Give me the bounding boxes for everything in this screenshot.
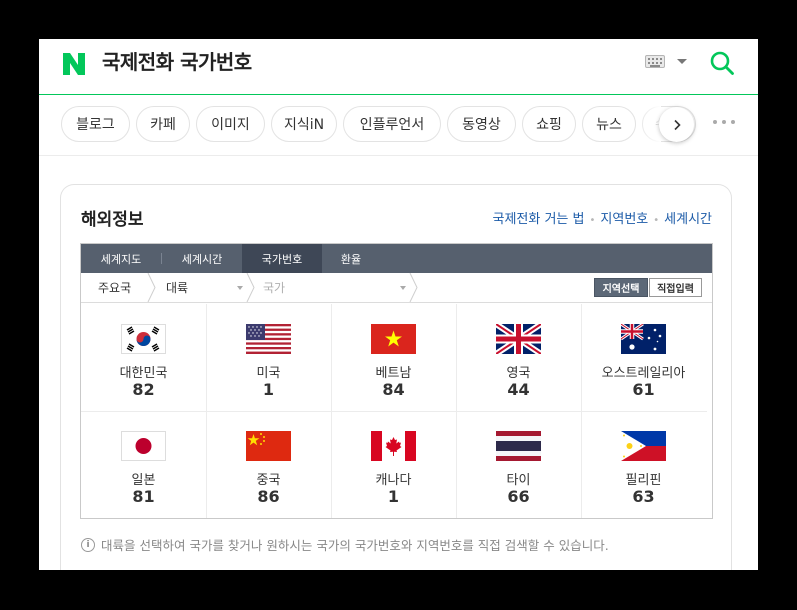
tab-shopping[interactable]: 쇼핑 — [522, 106, 576, 142]
tab-exchange-rate[interactable]: 환율 — [322, 244, 380, 273]
country-code-panel: 세계지도 세계시간 국가번호 환율 주요국 대륙 국가 지역선택 직접입력 대한… — [80, 243, 713, 519]
country-usa[interactable]: 미국 1 — [206, 304, 331, 411]
chevron-right-icon — [673, 119, 681, 130]
page-title: 국제전화 국가번호 — [102, 50, 252, 74]
country-name: 미국 — [256, 366, 281, 381]
dropdown-arrow-icon — [237, 286, 243, 290]
tab-video[interactable]: 동영상 — [447, 106, 516, 142]
australia-flag-icon — [621, 324, 666, 354]
continent-select[interactable]: 대륙 — [166, 273, 188, 302]
uk-flag-icon — [496, 324, 541, 354]
breadcrumb-chevron-icon — [246, 273, 255, 302]
tabs-fade — [637, 103, 661, 145]
country-thailand[interactable]: 타이 66 — [456, 411, 581, 518]
philippines-flag-icon — [621, 431, 666, 461]
thailand-flag-icon — [496, 431, 541, 461]
link-separator: • — [653, 215, 660, 226]
country-code: 1 — [387, 487, 400, 506]
usa-flag-icon — [246, 324, 291, 354]
tab-world-map[interactable]: 세계지도 — [81, 244, 161, 273]
naver-logo-icon[interactable] — [61, 51, 87, 77]
china-flag-icon — [246, 431, 291, 461]
country-grid: 대한민국 82 미국 1 베트남 84 영국 44 오스트레일리아 61 일본 … — [81, 304, 712, 518]
country-code: 66 — [507, 487, 530, 506]
more-icon[interactable] — [713, 120, 735, 126]
link-world-time[interactable]: 세계시간 — [664, 212, 712, 227]
link-how-to-call[interactable]: 국제전화 거는 법 — [493, 212, 585, 227]
tab-world-time[interactable]: 세계시간 — [162, 244, 242, 273]
country-name: 영국 — [506, 366, 531, 381]
tab-cafe[interactable]: 카페 — [136, 106, 190, 142]
country-name: 대한민국 — [119, 366, 168, 381]
link-area-code[interactable]: 지역번호 — [600, 212, 648, 227]
country-name: 필리핀 — [625, 473, 662, 488]
country-code: 86 — [257, 487, 280, 506]
breadcrumb: 주요국 대륙 국가 지역선택 직접입력 — [81, 273, 712, 303]
region-select-button[interactable]: 지역선택 — [594, 278, 648, 297]
country-japan[interactable]: 일본 81 — [81, 411, 206, 518]
search-icon[interactable] — [709, 50, 735, 76]
country-name: 타이 — [506, 473, 531, 488]
country-code: 81 — [132, 487, 155, 506]
country-name: 캐나다 — [375, 473, 412, 488]
country-name: 베트남 — [375, 366, 412, 381]
breadcrumb-chevron-icon — [147, 273, 156, 302]
country-name: 오스트레일리아 — [601, 366, 686, 381]
country-code: 63 — [632, 487, 655, 506]
tab-news[interactable]: 뉴스 — [582, 106, 636, 142]
keyboard-icon[interactable] — [645, 55, 665, 68]
country-philippines[interactable]: 필리핀 63 — [581, 411, 706, 518]
country-china[interactable]: 중국 86 — [206, 411, 331, 518]
info-icon: i — [81, 537, 95, 552]
country-australia[interactable]: 오스트레일리아 61 — [581, 304, 706, 411]
country-canada[interactable]: 캐나다 1 — [331, 411, 456, 518]
link-separator: • — [589, 215, 596, 226]
country-code: 84 — [382, 380, 405, 399]
country-korea[interactable]: 대한민국 82 — [81, 304, 206, 411]
browser-window: 국제전화 국가번호 블로그 카페 이미지 지식iN 인플루언서 동영상 쇼핑 뉴… — [39, 39, 758, 570]
country-code: 44 — [507, 380, 530, 399]
breadcrumb-main[interactable]: 주요국 — [98, 273, 131, 302]
tab-knowledge-in[interactable]: 지식iN — [271, 106, 337, 142]
card-title: 해외정보 — [81, 210, 144, 230]
tab-blog[interactable]: 블로그 — [61, 106, 130, 142]
country-name: 일본 — [131, 473, 156, 488]
dropdown-arrow-icon — [400, 286, 406, 290]
tab-influencer[interactable]: 인플루언서 — [343, 106, 441, 142]
direct-input-button[interactable]: 직접입력 — [649, 278, 702, 297]
breadcrumb-chevron-icon — [409, 273, 418, 302]
search-tabs: 블로그 카페 이미지 지식iN 인플루언서 동영상 쇼핑 뉴스 쉬 — [39, 95, 758, 156]
country-code: 61 — [632, 380, 655, 399]
country-code: 82 — [132, 380, 155, 399]
country-select[interactable]: 국가 — [263, 273, 285, 302]
japan-flag-icon — [121, 431, 166, 461]
country-vietnam[interactable]: 베트남 84 — [331, 304, 456, 411]
card-links: 국제전화 거는 법 • 지역번호 • 세계시간 — [493, 208, 713, 227]
korea-flag-icon — [121, 324, 166, 354]
tab-images[interactable]: 이미지 — [196, 106, 265, 142]
header-bar: 국제전화 국가번호 — [39, 39, 758, 95]
panel-nav: 세계지도 세계시간 국가번호 환율 — [81, 244, 712, 273]
overseas-info-card: 해외정보 국제전화 거는 법 • 지역번호 • 세계시간 세계지도 세계시간 국가번호 … — [60, 184, 732, 570]
tab-country-code[interactable]: 국가번호 — [242, 244, 322, 273]
tabs-next-button[interactable] — [659, 107, 694, 142]
country-name: 중국 — [256, 473, 281, 488]
chevron-down-icon[interactable] — [677, 59, 687, 64]
canada-flag-icon — [371, 431, 416, 461]
country-code: 1 — [262, 380, 275, 399]
help-note: i 대륙을 선택하여 국가를 찾거나 원하시는 국가의 국가번호와 지역번호를 … — [81, 535, 609, 554]
country-uk[interactable]: 영국 44 — [456, 304, 581, 411]
help-note-text: 대륙을 선택하여 국가를 찾거나 원하시는 국가의 국가번호와 지역번호를 직접… — [101, 538, 609, 553]
vietnam-flag-icon — [371, 324, 416, 354]
